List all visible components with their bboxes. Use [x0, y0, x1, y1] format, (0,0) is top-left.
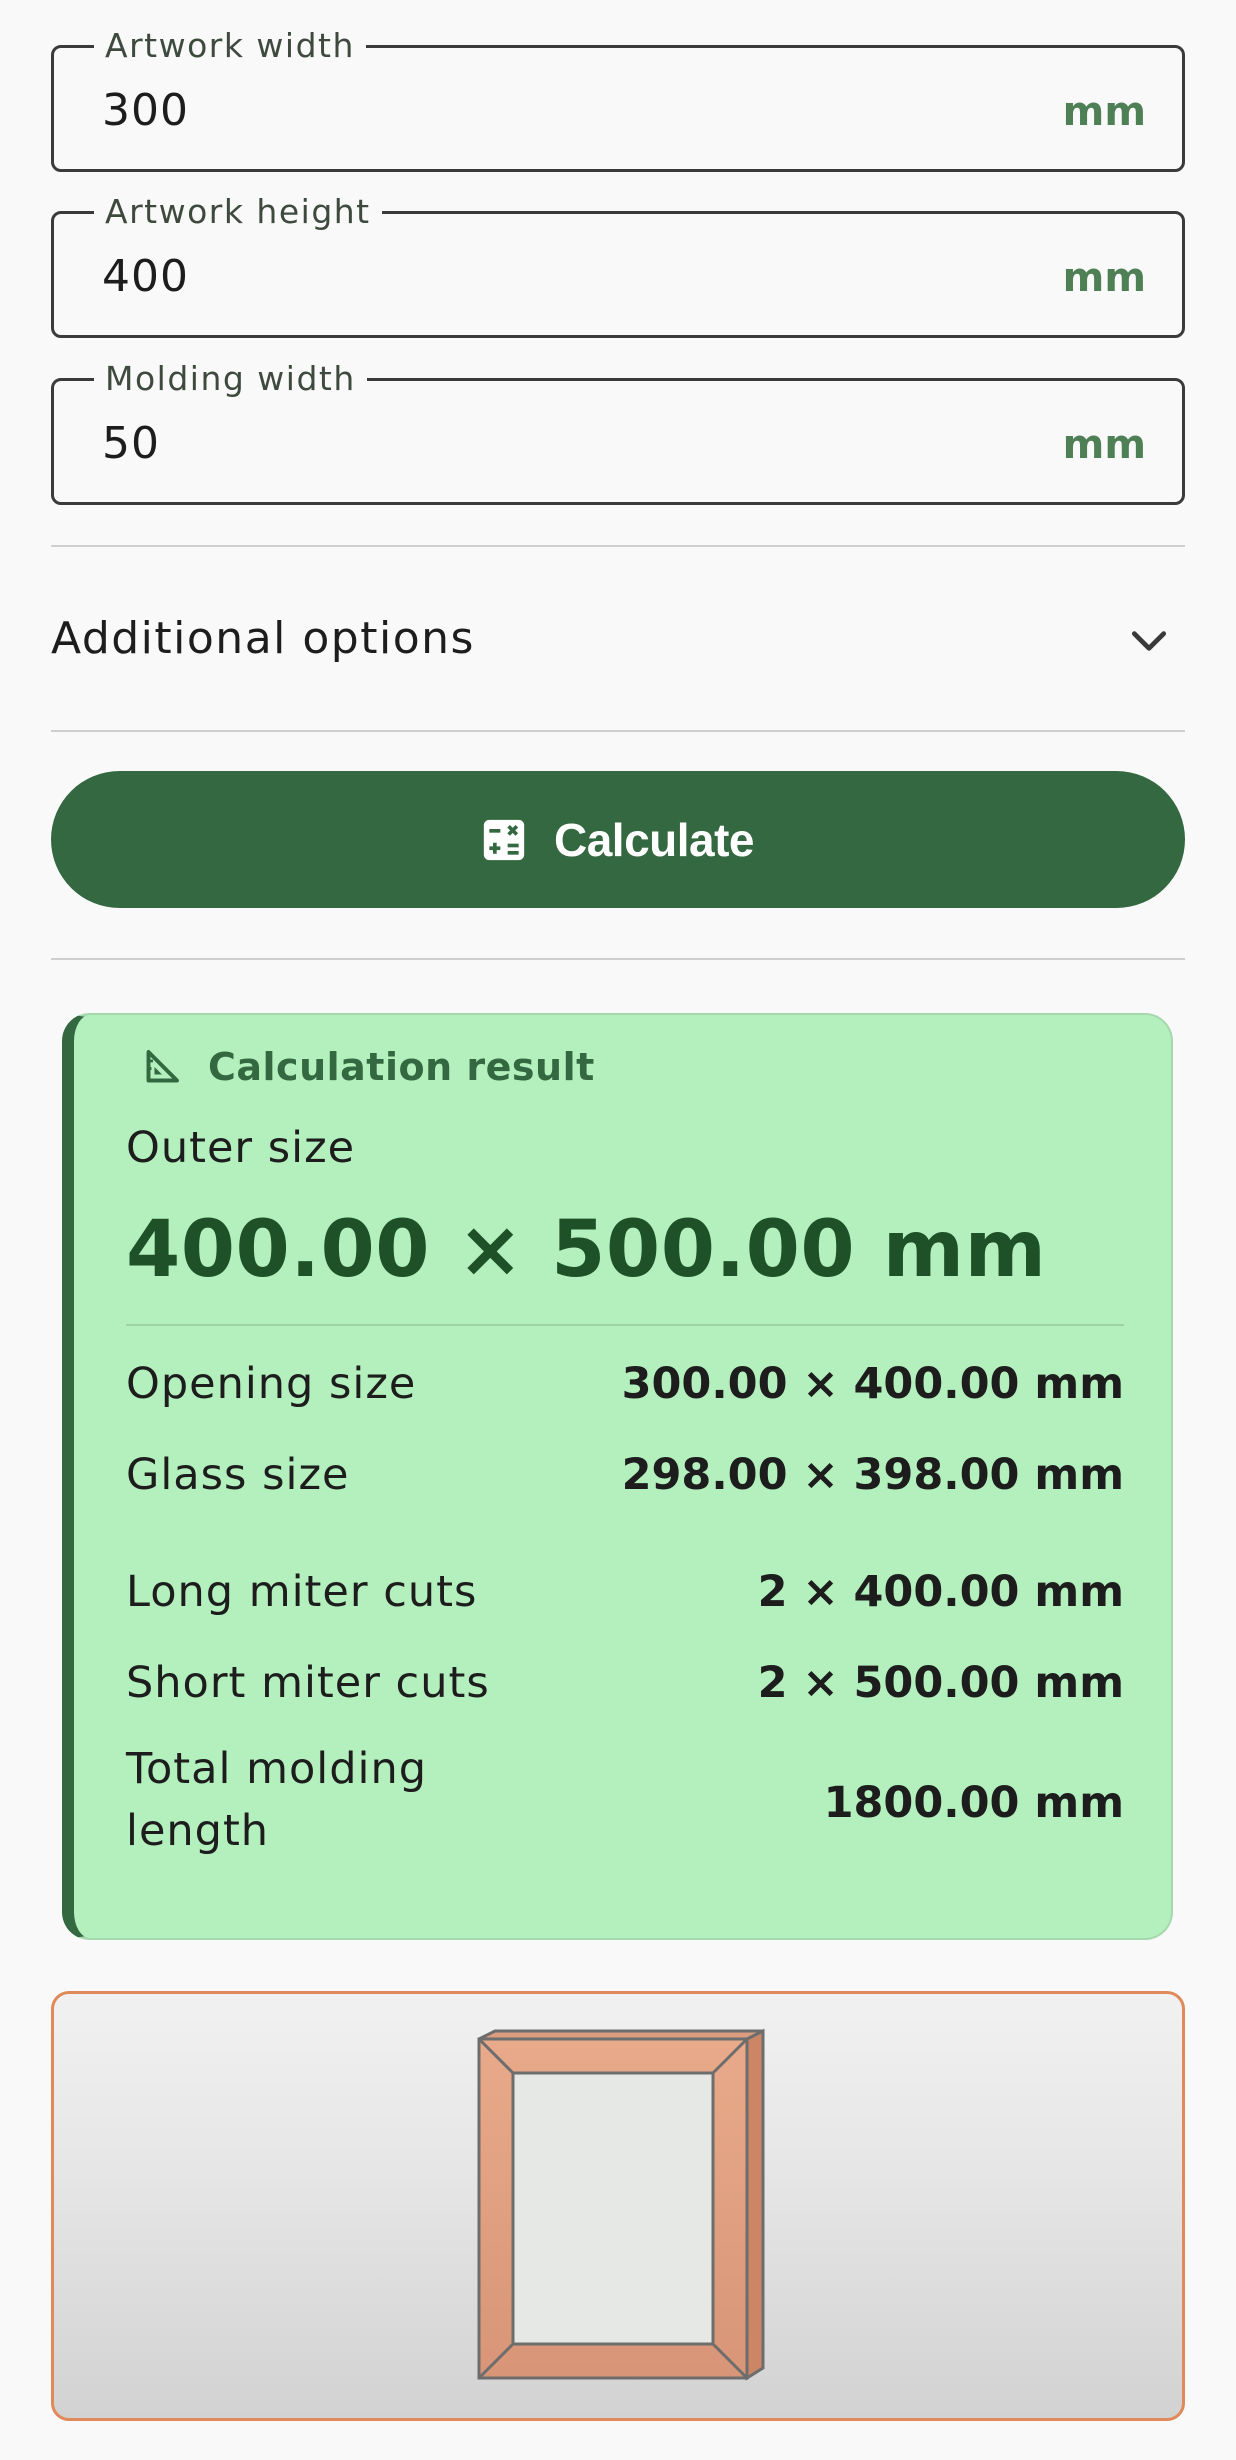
calculate-button-label: Calculate	[553, 813, 755, 866]
result-row-long-miter-cuts: Long miter cuts 2 × 400.00 mm	[126, 1561, 1124, 1623]
long-miter-cuts-value: 2 × 400.00 mm	[757, 1567, 1124, 1617]
artwork-height-label: Artwork height	[94, 192, 382, 232]
molding-width-unit: mm	[1062, 422, 1146, 468]
glass-size-value: 298.00 × 398.00 mm	[621, 1450, 1124, 1500]
short-miter-cuts-label: Short miter cuts	[126, 1658, 490, 1708]
additional-options-label: Additional options	[51, 613, 475, 664]
artwork-width-unit: mm	[1062, 89, 1146, 135]
divider	[51, 730, 1185, 732]
set-square-icon	[146, 1050, 179, 1083]
frame-preview	[51, 1991, 1185, 2421]
outer-size-label: Outer size	[126, 1123, 356, 1173]
frame-calculator-page: Artwork width 300 mm Artwork height 400 …	[0, 0, 1236, 2460]
frame-side	[745, 2028, 765, 2381]
total-molding-length-label: Total molding length	[126, 1744, 428, 1856]
artwork-width-label: Artwork width	[94, 26, 366, 66]
result-row-short-miter-cuts: Short miter cuts 2 × 500.00 mm	[126, 1652, 1124, 1714]
result-header: Calculation result	[144, 1045, 595, 1089]
divider	[51, 958, 1185, 960]
artwork-width-field[interactable]: Artwork width 300 mm	[51, 26, 1185, 172]
opening-size-value: 300.00 × 400.00 mm	[621, 1359, 1124, 1409]
result-divider	[126, 1324, 1124, 1326]
result-row-glass-size: Glass size 298.00 × 398.00 mm	[126, 1444, 1124, 1506]
result-row-opening-size: Opening size 300.00 × 400.00 mm	[126, 1353, 1124, 1415]
outer-size-value: 400.00 × 500.00 mm	[126, 1205, 1047, 1295]
artwork-width-value[interactable]: 300	[102, 86, 189, 136]
divider	[51, 545, 1185, 547]
short-miter-cuts-value: 2 × 500.00 mm	[757, 1658, 1124, 1708]
long-miter-cuts-label: Long miter cuts	[126, 1567, 478, 1617]
chevron-down-icon	[1131, 631, 1167, 651]
additional-options-toggle[interactable]: Additional options	[51, 575, 1185, 705]
opening-size-label: Opening size	[126, 1359, 417, 1409]
artwork-height-field[interactable]: Artwork height 400 mm	[51, 192, 1185, 338]
molding-width-value[interactable]: 50	[102, 419, 160, 469]
calculator-icon	[483, 819, 525, 860]
calculate-button[interactable]: Calculate	[51, 771, 1185, 908]
calculation-result-card: Calculation result Outer size 400.00 × 5…	[62, 1013, 1173, 1940]
result-title: Calculation result	[208, 1045, 595, 1089]
total-molding-length-value: 1800.00 mm	[823, 1778, 1124, 1828]
molding-width-label: Molding width	[94, 359, 367, 399]
artwork-height-unit: mm	[1062, 255, 1146, 301]
frame-opening	[511, 2071, 715, 2346]
artwork-height-value[interactable]: 400	[102, 252, 189, 302]
glass-size-label: Glass size	[126, 1450, 350, 1500]
molding-width-field[interactable]: Molding width 50 mm	[51, 359, 1185, 505]
frame-preview-drawing	[477, 2028, 765, 2381]
result-row-total-molding-length: Total molding length 1800.00 mm	[126, 1738, 1124, 1868]
